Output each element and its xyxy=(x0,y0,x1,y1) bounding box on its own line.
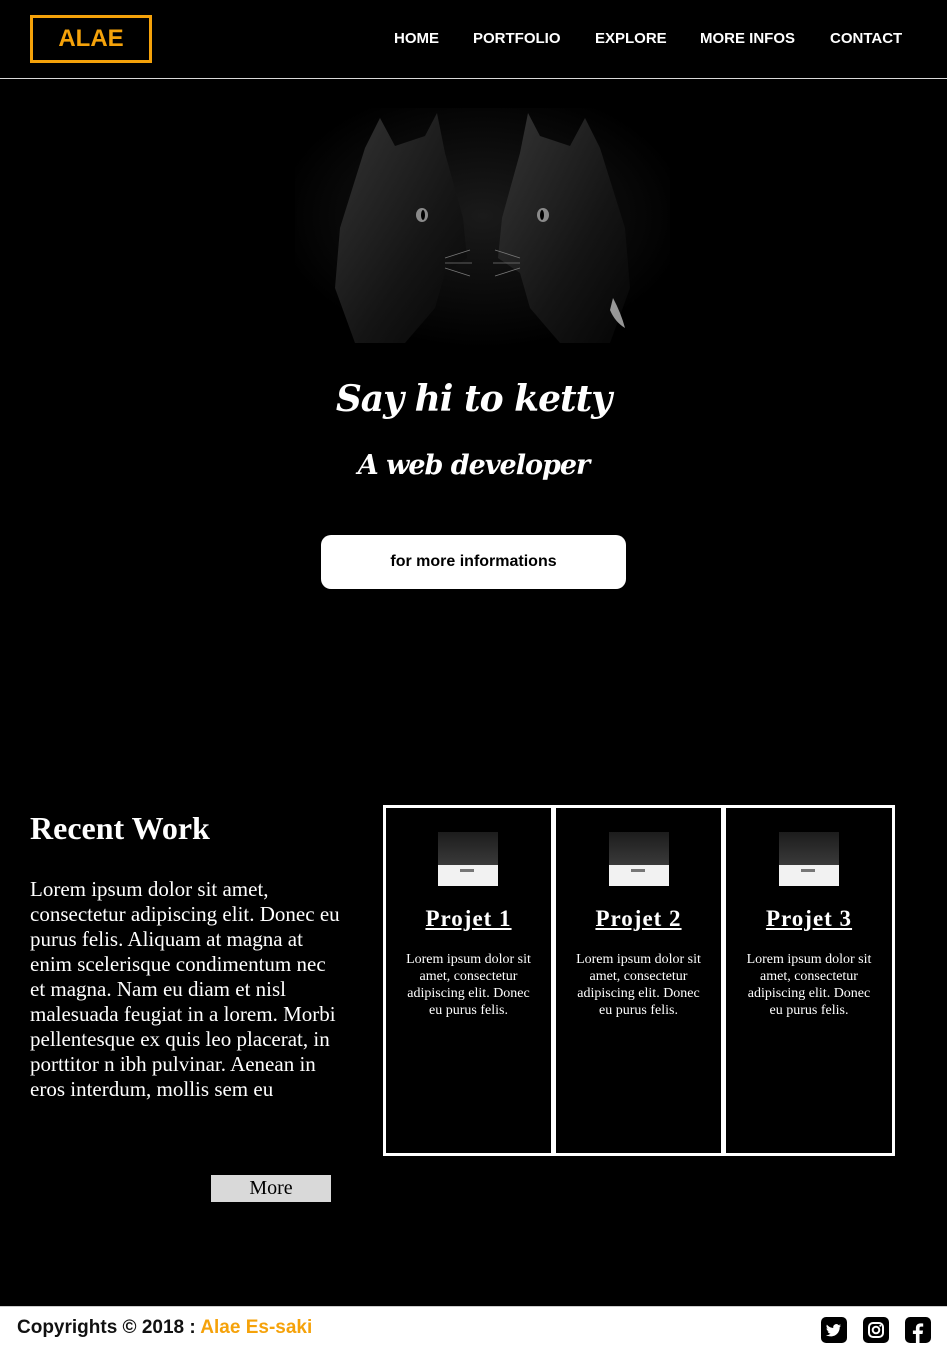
project-title[interactable]: Projet 1 xyxy=(386,906,551,932)
facebook-icon[interactable] xyxy=(905,1317,931,1343)
project-card[interactable]: Projet 3 Lorem ipsum dolor sit amet, con… xyxy=(723,805,895,1156)
more-button[interactable]: More xyxy=(211,1175,331,1202)
hero-subtitle: A web developer xyxy=(357,450,591,481)
project-card[interactable]: Projet 2 Lorem ipsum dolor sit amet, con… xyxy=(553,805,724,1156)
nav-explore[interactable]: EXPLORE xyxy=(595,30,667,47)
copyright-text: Copyrights © 2018 : Alae Es-saki xyxy=(17,1317,312,1339)
instagram-icon[interactable] xyxy=(863,1317,889,1343)
project-thumbnail xyxy=(438,832,498,886)
nav-more-infos[interactable]: MORE INFOS xyxy=(700,30,795,47)
project-thumbnail xyxy=(609,832,669,886)
more-info-button[interactable]: for more informations xyxy=(321,535,626,589)
copyright-label: Copyrights © 2018 : xyxy=(17,1317,196,1338)
nav-home[interactable]: HOME xyxy=(394,30,439,47)
project-text: Lorem ipsum dolor sit amet, consectetur … xyxy=(746,952,872,1018)
recent-work-title: Recent Work xyxy=(30,810,210,846)
project-title[interactable]: Projet 3 xyxy=(726,906,892,932)
hero-cats-image xyxy=(295,108,670,348)
project-card[interactable]: Projet 1 Lorem ipsum dolor sit amet, con… xyxy=(383,805,554,1156)
twitter-icon[interactable] xyxy=(821,1317,847,1343)
nav-contact[interactable]: CONTACT xyxy=(830,30,902,47)
project-text: Lorem ipsum dolor sit amet, consectetur … xyxy=(406,952,531,1018)
recent-work-text: Lorem ipsum dolor sit amet, consectetur … xyxy=(30,877,340,1101)
main-nav: HOME PORTFOLIO EXPLORE MORE INFOS CONTAC… xyxy=(0,30,947,50)
project-title[interactable]: Projet 2 xyxy=(556,906,721,932)
project-thumbnail xyxy=(779,832,839,886)
site-footer: Copyrights © 2018 : Alae Es-saki xyxy=(0,1306,947,1353)
nav-portfolio[interactable]: PORTFOLIO xyxy=(473,30,561,47)
site-header: ALAE HOME PORTFOLIO EXPLORE MORE INFOS C… xyxy=(0,0,947,79)
hero-title: Say hi to ketty xyxy=(335,378,612,420)
author-name: Alae Es-saki xyxy=(200,1317,313,1338)
project-text: Lorem ipsum dolor sit amet, consectetur … xyxy=(576,952,701,1018)
